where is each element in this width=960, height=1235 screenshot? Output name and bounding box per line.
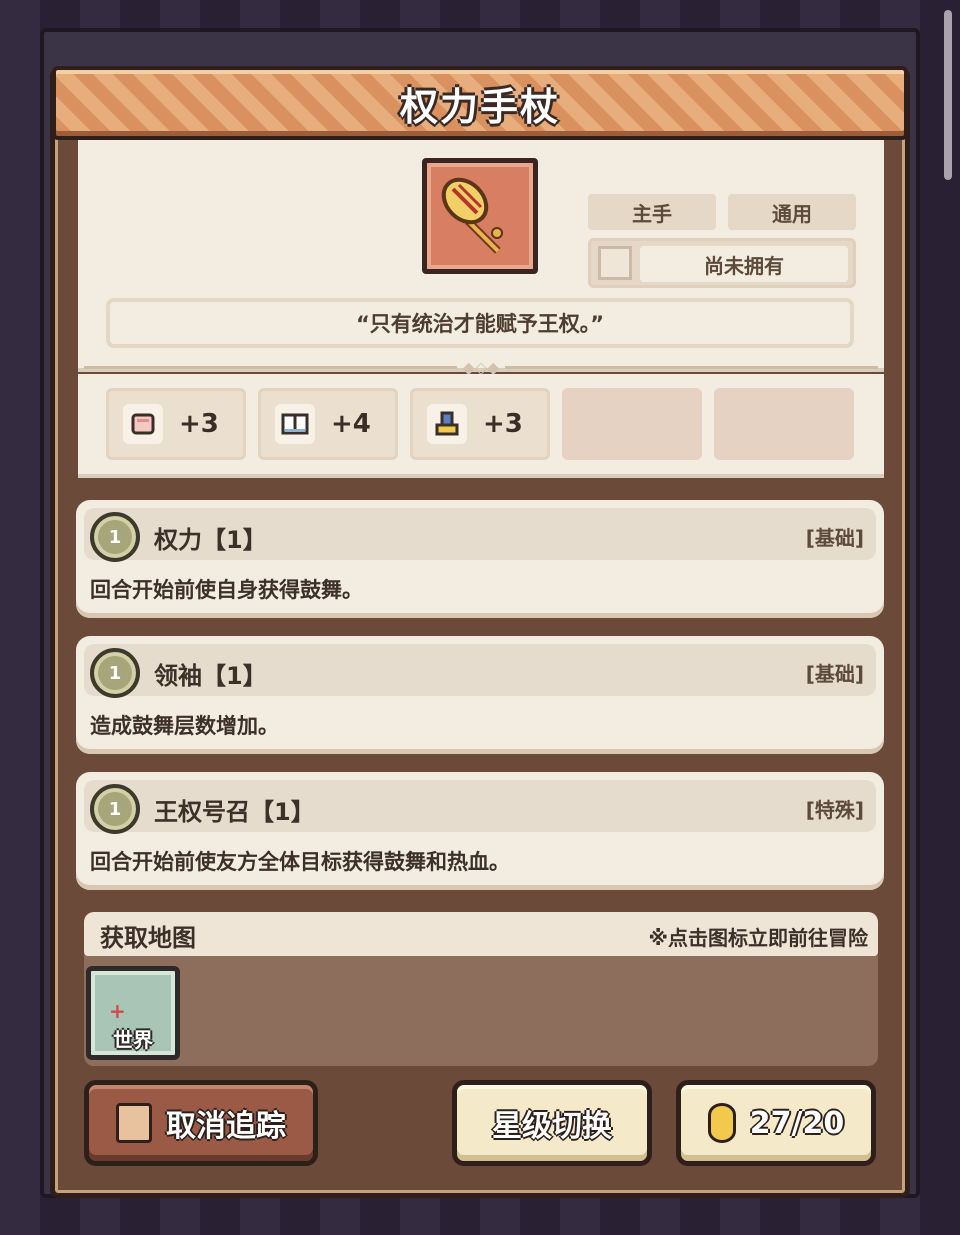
stat-value: +4: [331, 409, 371, 439]
item-quote: “只有统治才能赋予王权。”: [106, 298, 854, 348]
acquire-map-title: 获取地图: [100, 924, 196, 952]
skill-header: 1 权力【1】 [基础]: [84, 508, 876, 562]
skill-header: 1 王权号召【1】 [特殊]: [84, 780, 876, 834]
acquire-map-hint: ※点击图标立即前往冒险: [648, 926, 868, 950]
skill-description: 回合开始前使友方全体目标获得鼓舞和热血。: [90, 850, 510, 874]
skill-level-coin-icon: 1: [90, 784, 140, 834]
skill-name: 王权号召【1】: [154, 798, 315, 826]
map-marker-icon: +: [109, 999, 126, 1023]
skill-header: 1 领袖【1】 [基础]: [84, 644, 876, 698]
stat-slot-empty: [714, 388, 854, 460]
book-icon: [275, 404, 315, 444]
inventory-icon: [598, 246, 632, 280]
item-icon-frame[interactable]: [422, 158, 538, 274]
stat-slot-agility: +3: [410, 388, 550, 460]
stat-slot-intellect: +4: [258, 388, 398, 460]
skill-level-coin-icon: 1: [90, 648, 140, 698]
stat-value: +3: [483, 409, 523, 439]
scrollbar[interactable]: [944, 10, 952, 180]
title-bar: 权力手杖: [52, 66, 908, 140]
skill-name: 领袖【1】: [154, 662, 267, 690]
fist-icon: [123, 404, 163, 444]
skill-level-coin-icon: 1: [90, 512, 140, 562]
stat-slot-strength: +3: [106, 388, 246, 460]
skill-description: 造成鼓舞层数增加。: [90, 714, 279, 738]
skill-card: 1 王权号召【1】 [特殊] 回合开始前使友方全体目标获得鼓舞和热血。: [76, 772, 884, 890]
untrack-button-label: 取消追踪: [166, 1109, 286, 1144]
skill-type: [基础]: [805, 662, 864, 686]
ownership-status: 尚未拥有: [640, 246, 848, 282]
star-switch-label: 星级切换: [492, 1109, 612, 1144]
stat-value: +3: [179, 409, 219, 439]
tag-main-hand: 主手: [588, 194, 716, 230]
skill-name: 权力【1】: [154, 526, 267, 554]
fragment-count-button[interactable]: 27/20: [676, 1080, 876, 1166]
stat-slot-empty: [562, 388, 702, 460]
skill-card: 1 权力【1】 [基础] 回合开始前使自身获得鼓舞。: [76, 500, 884, 618]
tag-universal: 通用: [728, 194, 856, 230]
page-title: 权力手杖: [399, 84, 560, 129]
skill-card: 1 领袖【1】 [基础] 造成鼓舞层数增加。: [76, 636, 884, 754]
skill-type: [特殊]: [805, 798, 864, 822]
divider: ◆◇◆: [78, 358, 884, 377]
skill-type: [基础]: [805, 526, 864, 550]
boot-icon: [427, 404, 467, 444]
skill-description: 回合开始前使自身获得鼓舞。: [90, 578, 363, 602]
untrack-button[interactable]: 取消追踪: [84, 1080, 318, 1166]
thumb-icon: [116, 1103, 152, 1143]
scepter-icon: [441, 177, 503, 254]
gem-icon: [707, 1103, 736, 1143]
star-switch-button[interactable]: 星级切换: [452, 1080, 652, 1166]
fragment-count: 27/20: [749, 1105, 845, 1141]
world-map-tile[interactable]: + 世界: [86, 966, 180, 1060]
map-tile-label: 世界: [113, 1028, 153, 1052]
